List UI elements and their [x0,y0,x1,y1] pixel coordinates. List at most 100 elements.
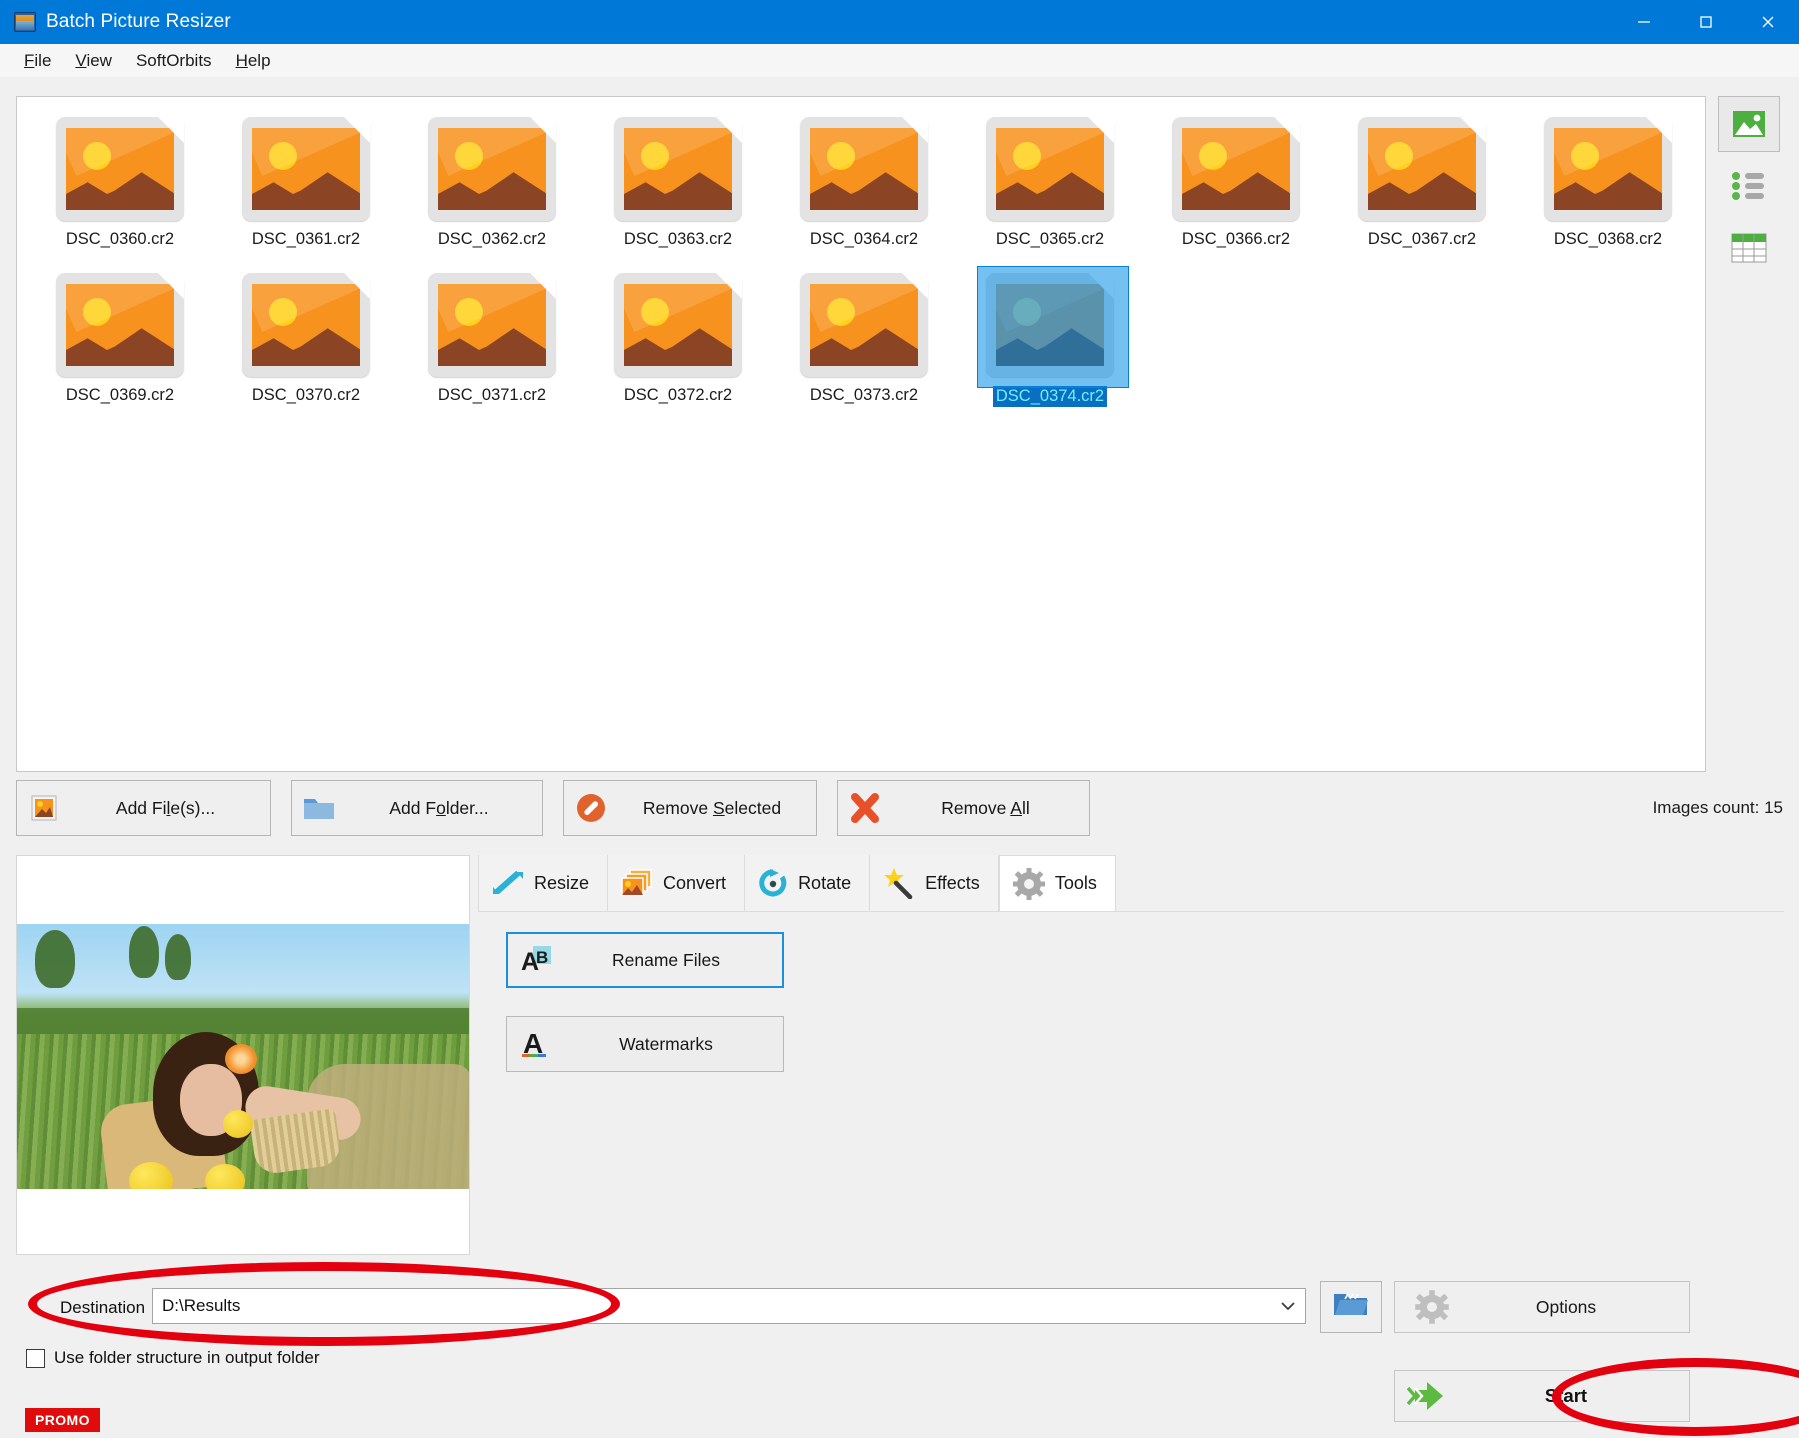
file-thumbnail-item[interactable]: DSC_0373.cr2 [771,265,957,421]
file-name-label: DSC_0362.cr2 [438,230,546,249]
remove-all-button[interactable]: Remove All [837,780,1090,836]
open-folder-icon [1332,1290,1370,1325]
menu-item-help[interactable]: Help [224,47,283,75]
file-thumbnail-item[interactable]: DSC_0366.cr2 [1143,109,1329,265]
destination-input[interactable]: D:\Results [153,1296,1271,1316]
file-name-label: DSC_0369.cr2 [66,386,174,405]
chevron-down-icon[interactable] [1271,1299,1305,1313]
thumbnail-image[interactable] [1156,117,1316,221]
minimize-icon[interactable] [1613,0,1675,44]
close-icon[interactable] [1737,0,1799,44]
file-thumbnail-item[interactable]: DSC_0368.cr2 [1515,109,1701,265]
image-preview-pane [16,855,470,1255]
thumbnail-image[interactable] [784,117,944,221]
add-files-button[interactable]: Add File(s)... [16,780,271,836]
tab-convert[interactable]: Convert [608,855,745,911]
file-thumbnail-item[interactable]: DSC_0374.cr2 [957,265,1143,421]
app-icon [14,12,36,32]
file-name-label: DSC_0372.cr2 [624,386,732,405]
file-thumbnail-item[interactable]: DSC_0371.cr2 [399,265,585,421]
options-button[interactable]: Options [1394,1281,1690,1333]
watermarks-label: Watermarks [565,1034,783,1055]
thumbnail-image[interactable] [40,273,200,377]
file-thumbnail-item[interactable]: DSC_0365.cr2 [957,109,1143,265]
thumbnail-image[interactable] [598,273,758,377]
resize-arrow-icon [491,868,525,898]
rename-ab-icon: A B [508,945,566,975]
tab-rotate[interactable]: Rotate [745,855,870,911]
remove-selected-label: Remove Selected [618,798,816,819]
thumbnail-image[interactable] [598,117,758,221]
green-arrow-icon [1395,1380,1469,1412]
thumbnail-image[interactable] [226,273,386,377]
thumbnail-image[interactable] [40,117,200,221]
rename-files-button[interactable]: A B Rename Files [506,932,784,988]
watermarks-button[interactable]: A Watermarks [506,1016,784,1072]
thumbnail-image[interactable] [970,273,1130,377]
add-image-icon [17,793,71,823]
file-thumbnail-list[interactable]: DSC_0360.cr2 DSC_0361.cr2 DSC_0362.cr2 DSC_… [16,96,1706,772]
tab-resize[interactable]: Resize [478,855,608,911]
preview-photo [17,924,469,1189]
magic-wand-icon [882,867,916,899]
tab-tools[interactable]: Tools [999,855,1116,911]
details-view-button[interactable] [1718,220,1780,276]
file-name-label: DSC_0367.cr2 [1368,230,1476,249]
thumbnail-image[interactable] [970,117,1130,221]
file-name-label: DSC_0374.cr2 [993,386,1107,407]
add-folder-button[interactable]: Add Folder... [291,780,543,836]
file-name-label: DSC_0360.cr2 [66,230,174,249]
file-name-label: DSC_0363.cr2 [624,230,732,249]
tab-convert-label: Convert [663,873,726,894]
file-name-label: DSC_0365.cr2 [996,230,1104,249]
menu-item-view[interactable]: View [63,47,124,75]
file-thumbnail-item[interactable]: DSC_0360.cr2 [27,109,213,265]
file-thumbnail-item[interactable]: DSC_0372.cr2 [585,265,771,421]
menu-item-softorbits[interactable]: SoftOrbits [124,47,224,75]
rotate-icon [757,868,789,898]
thumbnail-image[interactable] [412,273,572,377]
file-thumbnail-item[interactable]: DSC_0370.cr2 [213,265,399,421]
remove-selected-button[interactable]: Remove Selected [563,780,817,836]
list-view-button[interactable] [1718,158,1780,214]
menu-item-file[interactable]: File [12,47,63,75]
window-title: Batch Picture Resizer [46,11,231,33]
watermark-a-icon: A [507,1029,565,1059]
no-entry-icon [564,791,618,825]
folder-icon [292,794,346,822]
thumbnail-image[interactable] [1342,117,1502,221]
file-name-label: DSC_0370.cr2 [252,386,360,405]
tab-tools-label: Tools [1055,873,1097,894]
add-files-label: Add File(s)... [71,798,270,819]
file-thumbnail-item[interactable]: DSC_0363.cr2 [585,109,771,265]
use-folder-structure-row[interactable]: Use folder structure in output folder [26,1348,320,1368]
destination-combobox[interactable]: D:\Results [152,1288,1306,1324]
tab-effects[interactable]: Effects [870,855,999,911]
file-name-label: DSC_0361.cr2 [252,230,360,249]
table-icon [1730,231,1768,265]
svg-text:B: B [536,948,548,967]
gear-icon [1395,1289,1469,1325]
file-thumbnail-item[interactable]: DSC_0367.cr2 [1329,109,1515,265]
add-folder-label: Add Folder... [346,798,542,819]
thumbnail-image[interactable] [784,273,944,377]
thumbnail-image[interactable] [226,117,386,221]
browse-folder-button[interactable] [1320,1281,1382,1333]
red-x-icon [838,791,892,825]
thumbnails-view-button[interactable] [1718,96,1780,152]
convert-stack-icon [620,868,654,898]
file-thumbnail-item[interactable]: DSC_0361.cr2 [213,109,399,265]
remove-all-label: Remove All [892,798,1089,819]
thumbnail-image[interactable] [1528,117,1688,221]
tab-strip: Resize Convert Rotate [478,855,1116,911]
thumbnail-image[interactable] [412,117,572,221]
use-folder-structure-checkbox[interactable] [26,1349,45,1368]
file-thumbnail-item[interactable]: DSC_0362.cr2 [399,109,585,265]
promo-badge[interactable]: PROMO [25,1408,100,1432]
file-thumbnail-item[interactable]: DSC_0369.cr2 [27,265,213,421]
maximize-icon[interactable] [1675,0,1737,44]
file-name-label: DSC_0364.cr2 [810,230,918,249]
tab-effects-label: Effects [925,873,980,894]
start-button[interactable]: Start [1394,1370,1690,1422]
file-thumbnail-item[interactable]: DSC_0364.cr2 [771,109,957,265]
